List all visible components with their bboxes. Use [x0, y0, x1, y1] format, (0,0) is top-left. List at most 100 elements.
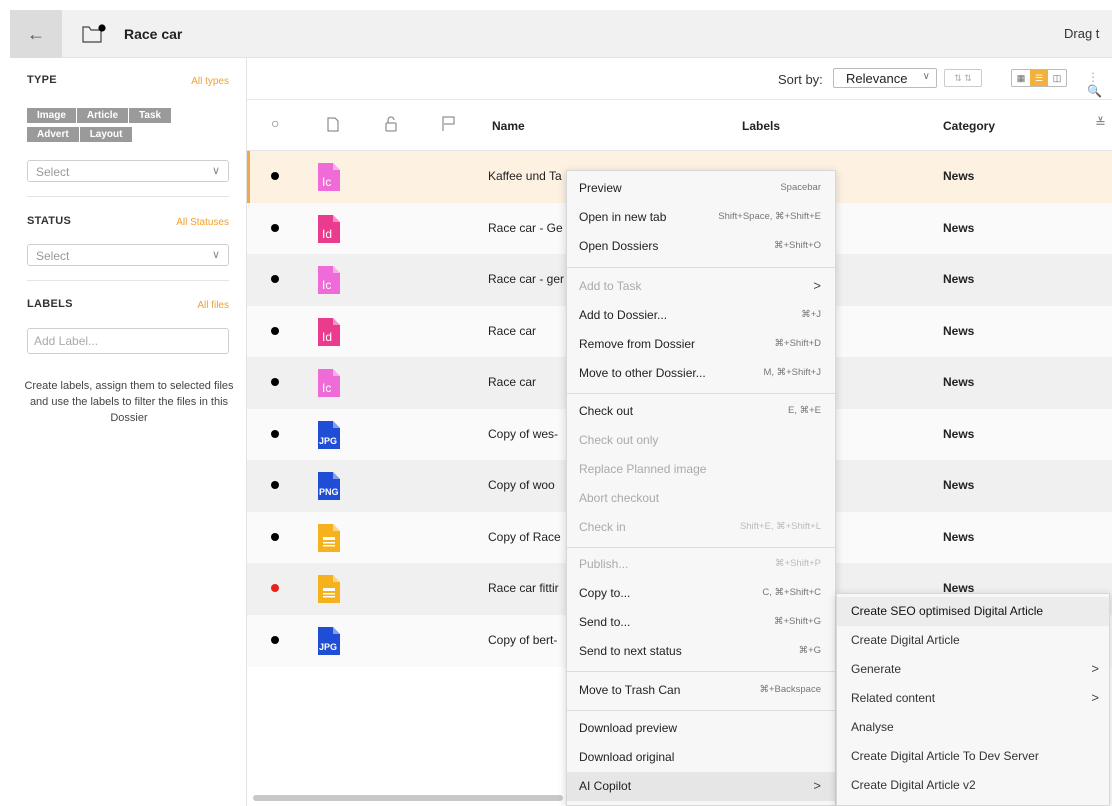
- chip-advert[interactable]: Advert: [27, 127, 79, 142]
- labels-section-title: LABELS: [27, 298, 73, 310]
- submenu-item-create-digital-article[interactable]: Create Digital Article: [837, 626, 1109, 655]
- sort-value: Relevance: [846, 71, 908, 86]
- menu-item-open-new-tab[interactable]: Open in new tab Shift+Space, ⌘+Shift+E: [567, 203, 835, 232]
- divider: [27, 280, 229, 281]
- chevron-down-icon: ∨: [211, 249, 220, 261]
- submenu-item-related-content[interactable]: Related content >: [837, 684, 1109, 713]
- menu-item-replace-planned-image: Replace Planned image: [579, 462, 707, 476]
- file-category: News: [943, 272, 975, 286]
- divider: [27, 196, 229, 197]
- chevron-right-icon: >: [1091, 661, 1099, 676]
- file-name: Copy of woo: [488, 478, 555, 492]
- column-settings-icon[interactable]: ≚: [1095, 115, 1106, 131]
- page-title: Race car: [124, 26, 183, 42]
- horizontal-scrollbar[interactable]: [253, 795, 563, 801]
- submenu-item-create-article-dev-server[interactable]: Create Digital Article To Dev Server: [837, 742, 1109, 771]
- zoom-search-icon[interactable]: ⋮🔍: [1087, 70, 1112, 98]
- menu-item-remove-from-dossier[interactable]: Remove from Dossier ⌘+Shift+D: [567, 330, 835, 359]
- file-category: News: [943, 169, 975, 183]
- svg-text:Id: Id: [322, 227, 332, 241]
- file-name: Race car fittir: [488, 581, 559, 595]
- incopy-icon: Ic: [318, 369, 340, 397]
- chip-article[interactable]: Article: [76, 108, 129, 123]
- file-icon[interactable]: [327, 117, 339, 132]
- menu-item-ai-copilot[interactable]: AI Copilot >: [567, 772, 835, 801]
- file-category: News: [943, 323, 975, 338]
- status-dot: [271, 584, 279, 592]
- menu-item-publish: Publish... ⌘+Shift+P: [579, 557, 821, 571]
- chip-layout[interactable]: Layout: [79, 127, 133, 142]
- menu-item-open-dossiers[interactable]: Open Dossiers ⌘+Shift+O: [567, 232, 835, 261]
- menu-item-send-to[interactable]: Send to... ⌘+Shift+G: [567, 608, 835, 637]
- split-view-icon[interactable]: ◫: [1048, 70, 1066, 86]
- png-icon: PNG: [318, 472, 340, 500]
- view-switcher: ▦ ☰ ◫: [1011, 69, 1067, 87]
- file-name: Kaffee und Ta: [488, 169, 562, 183]
- menu-item-check-in: Check in Shift+E, ⌘+Shift+L: [579, 520, 821, 534]
- status-circle-icon[interactable]: ○: [271, 115, 279, 131]
- sort-select[interactable]: Relevance ∨: [833, 68, 937, 88]
- file-category: News: [943, 478, 975, 492]
- context-menu: Preview Spacebar Open in new tab Shift+Spa…: [566, 170, 836, 806]
- drag-hint: Drag t: [1064, 26, 1100, 41]
- indesign-icon: Id: [318, 317, 340, 346]
- status-select[interactable]: Select ∨: [27, 244, 229, 266]
- submenu-item-create-article-v2[interactable]: Create Digital Article v2: [837, 771, 1109, 800]
- menu-item-abort-checkout: Abort checkout: [579, 491, 660, 505]
- status-dot: [271, 481, 279, 489]
- menu-item-add-to-dossier[interactable]: Add to Dossier... ⌘+J: [567, 301, 835, 330]
- sort-direction-icon[interactable]: ⇅ ⇅: [944, 69, 982, 87]
- menu-item-move-to-trash[interactable]: Move to Trash Can ⌘+Backspace: [567, 676, 835, 705]
- file-name: Copy of bert-: [488, 632, 558, 647]
- grid-view-icon[interactable]: ▦: [1012, 70, 1030, 86]
- menu-item-move-to-other-dossier[interactable]: Move to other Dossier... M, ⌘+Shift+J: [567, 359, 835, 388]
- menu-item-preview[interactable]: Preview Spacebar: [567, 174, 835, 203]
- flag-icon[interactable]: [442, 116, 456, 132]
- chevron-right-icon: >: [1091, 690, 1099, 705]
- svg-text:Ic: Ic: [322, 175, 331, 189]
- add-label-input[interactable]: Add Label...: [27, 328, 229, 354]
- chevron-down-icon: ∨: [211, 165, 220, 177]
- chip-image[interactable]: Image: [27, 108, 76, 123]
- list-toolbar: Sort by: Relevance ∨ ⇅ ⇅ ▦ ☰ ◫ ⋮🔍: [247, 58, 1112, 100]
- all-files-link[interactable]: All files: [197, 300, 229, 311]
- type-chips: Image Article Task Advert Layout: [27, 106, 227, 144]
- sort-label: Sort by:: [778, 72, 823, 87]
- column-name[interactable]: Name: [492, 119, 525, 133]
- incopy-icon: Ic: [318, 266, 340, 294]
- svg-text:Id: Id: [322, 330, 332, 344]
- incopy-icon: Ic: [318, 163, 340, 191]
- lock-icon[interactable]: [385, 116, 397, 132]
- labels-help-text: Create labels, assign them to selected f…: [24, 380, 234, 424]
- column-category[interactable]: Category: [943, 119, 995, 133]
- menu-separator: [567, 710, 835, 711]
- column-labels[interactable]: Labels: [742, 119, 780, 133]
- filter-sidebar: TYPE All types Image Article Task Advert Lay…: [10, 58, 247, 806]
- menu-item-download-preview[interactable]: Download preview: [567, 714, 835, 743]
- status-section-title: STATUS: [27, 215, 72, 227]
- back-button[interactable]: ←: [10, 10, 62, 58]
- all-statuses-link[interactable]: All Statuses: [176, 217, 229, 228]
- all-types-link[interactable]: All types: [191, 76, 229, 87]
- chip-task[interactable]: Task: [129, 108, 172, 123]
- menu-item-copy-to[interactable]: Copy to... C, ⌘+Shift+C: [567, 579, 835, 608]
- submenu-item-generate[interactable]: Generate >: [837, 655, 1109, 684]
- file-name: Race car - Ge: [488, 220, 563, 235]
- list-view-icon[interactable]: ☰: [1030, 70, 1048, 86]
- file-category: News: [943, 426, 975, 441]
- type-select[interactable]: Select ∨: [27, 160, 229, 182]
- arrow-left-icon: ←: [27, 23, 45, 44]
- menu-separator: [567, 547, 835, 548]
- status-dot: [271, 378, 279, 386]
- jpg-icon: JPG: [318, 626, 340, 655]
- svg-text:PNG: PNG: [319, 487, 339, 497]
- menu-item-check-out[interactable]: Check out E, ⌘+E: [567, 397, 835, 426]
- type-section-title: TYPE: [27, 74, 57, 86]
- submenu-item-analyse[interactable]: Analyse: [837, 713, 1109, 742]
- submenu-item-create-seo-article[interactable]: Create SEO optimised Digital Article: [837, 597, 1109, 626]
- menu-item-send-to-next-status[interactable]: Send to next status ⌘+G: [567, 637, 835, 666]
- menu-item-check-out-only: Check out only: [579, 433, 659, 447]
- file-name: Copy of wes-: [488, 426, 559, 441]
- menu-item-download-original[interactable]: Download original: [567, 743, 835, 772]
- article-icon: [318, 575, 340, 603]
